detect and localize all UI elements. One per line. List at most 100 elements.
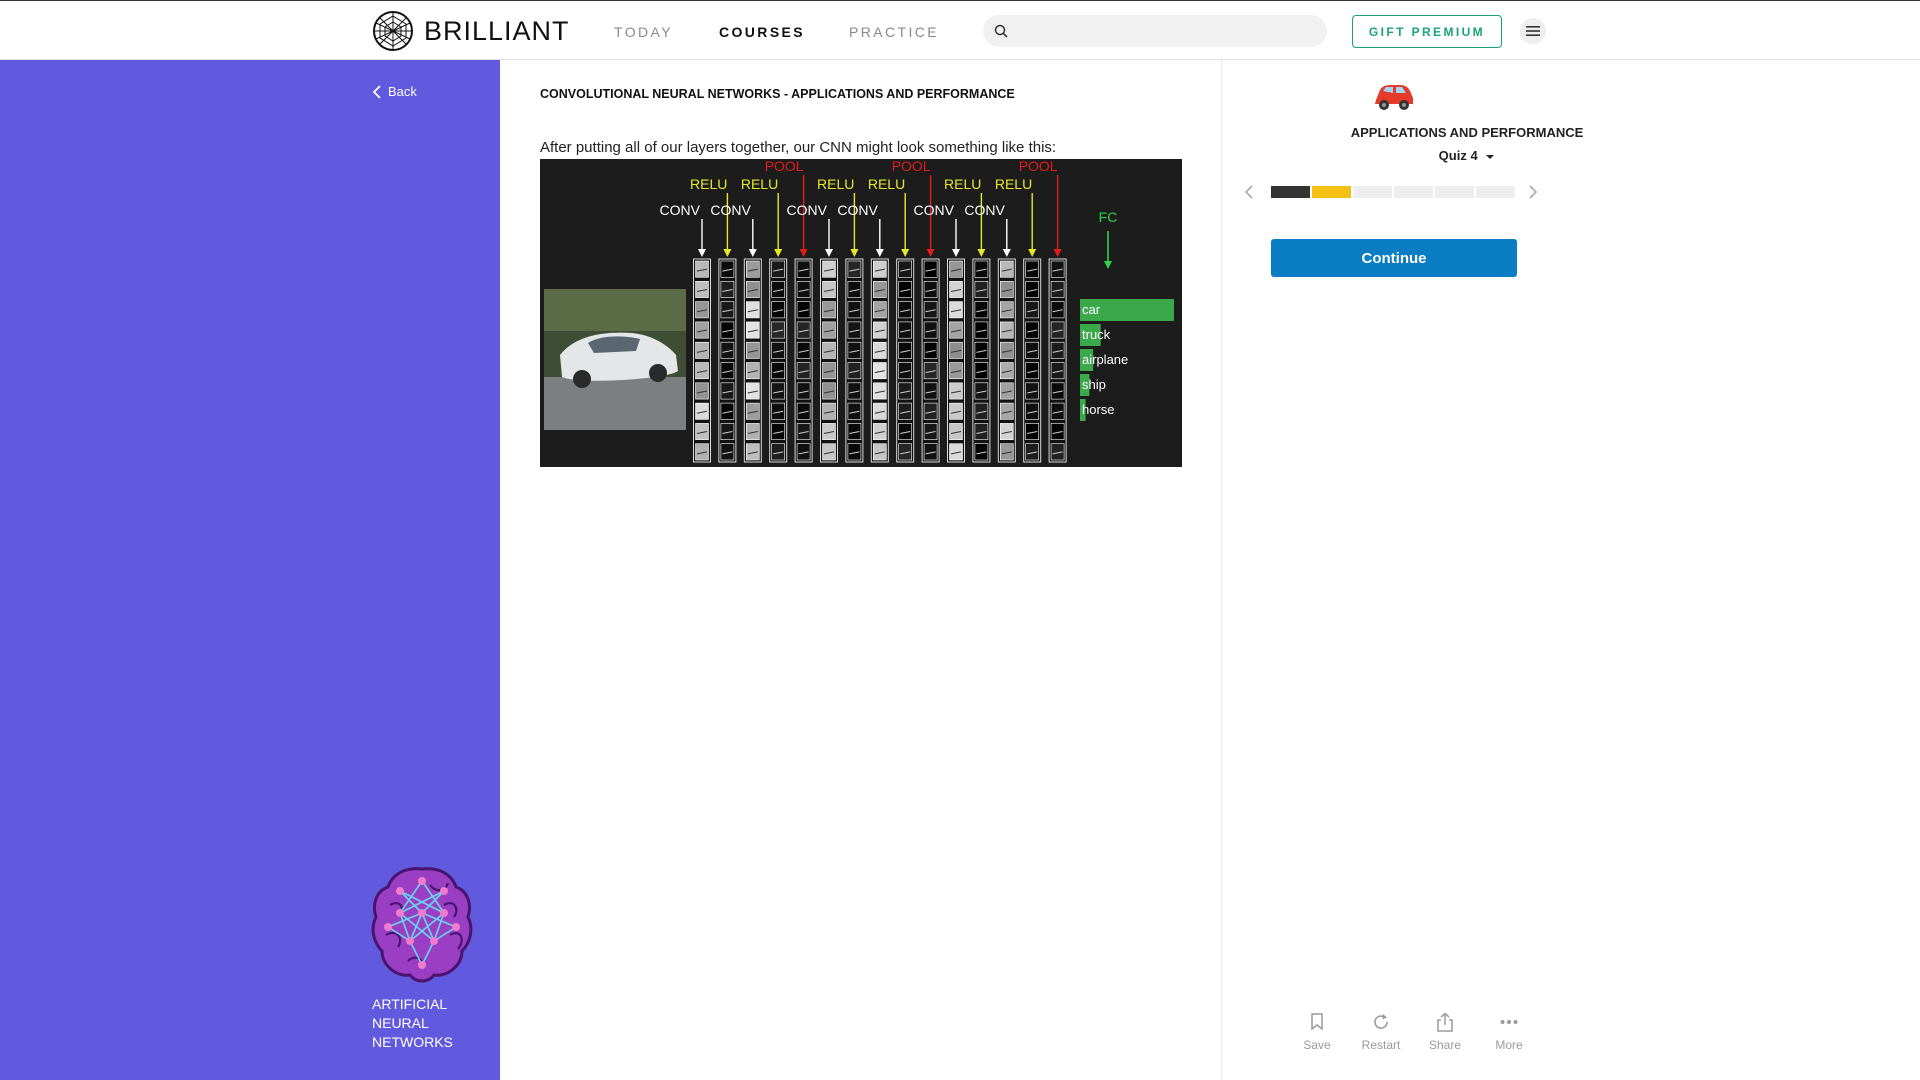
progress-segment-todo [1394, 186, 1433, 198]
class-label: airplane [1082, 352, 1128, 367]
tab-today[interactable]: TODAY [614, 24, 673, 40]
layer-label-pool: POOL [1019, 159, 1058, 174]
progress-segment-todo [1476, 186, 1515, 198]
feature-map-relu [769, 258, 788, 463]
quiz-label: Quiz 4 [1438, 148, 1478, 163]
layer-label-conv: CONV [964, 202, 1005, 218]
tab-practice[interactable]: PRACTICE [849, 24, 939, 40]
hamburger-icon [1526, 26, 1540, 36]
class-label: ship [1082, 377, 1106, 392]
lesson-text: After putting all of our layers together… [540, 139, 1057, 156]
feature-map-conv [997, 258, 1016, 463]
progress-segment-current [1312, 186, 1351, 198]
more-label: More [1495, 1038, 1523, 1052]
layer-label-relu: RELU [868, 176, 905, 192]
save-label: Save [1303, 1038, 1331, 1052]
layer-label-pool: POOL [892, 159, 931, 174]
lesson-content: CONVOLUTIONAL NEURAL NETWORKS - APPLICAT… [500, 60, 1222, 1080]
layer-arrow-conv: CONV [914, 202, 960, 257]
previous-chevron-icon[interactable] [1244, 184, 1254, 200]
layer-arrow-conv: CONV [710, 202, 757, 257]
layer-arrows: CONV RELU CONV RELU POOL CONV RELU CONV RELU POOL… [660, 159, 1117, 269]
class-score-bars: car truck airplane ship horse [1080, 299, 1174, 421]
layer-label-conv: CONV [914, 202, 955, 218]
back-link[interactable]: Back [372, 84, 417, 99]
quiz-selector[interactable]: Quiz 4 [1222, 148, 1712, 163]
search-icon [994, 24, 1008, 38]
share-icon [1437, 1012, 1453, 1032]
restart-button[interactable]: Restart [1349, 1010, 1413, 1052]
brilliant-logo-icon [373, 11, 413, 51]
car-photo [544, 289, 686, 430]
caret-down-icon [1486, 154, 1495, 159]
layer-label-relu: RELU [690, 176, 727, 192]
back-label: Back [388, 84, 417, 99]
feature-map-pool [1048, 258, 1067, 463]
save-button[interactable]: Save [1285, 1010, 1349, 1052]
class-bar-ship: ship [1080, 374, 1106, 396]
more-icon [1500, 1020, 1518, 1024]
course-sidebar: Back ARTIFICIAL NEURAL NETWORKS [0, 60, 500, 1080]
feature-map-relu [718, 258, 737, 463]
quiz-section-title: APPLICATIONS AND PERFORMANCE [1350, 125, 1584, 140]
layer-label-conv: CONV [710, 202, 751, 218]
feature-map-relu [896, 258, 915, 463]
class-label: horse [1082, 402, 1115, 417]
layer-arrow-conv: CONV [837, 202, 884, 257]
layer-label-relu: RELU [995, 176, 1032, 192]
feature-map-conv [820, 258, 838, 463]
feature-map-pool [921, 258, 940, 463]
layer-label-pool: POOL [765, 159, 804, 174]
continue-button[interactable]: Continue [1271, 239, 1517, 277]
feature-map-columns [693, 258, 1067, 463]
quiz-panel: APPLICATIONS AND PERFORMANCE Quiz 4 Cont… [1222, 60, 1920, 1080]
layer-label-relu: RELU [817, 176, 854, 192]
restart-icon [1374, 1014, 1388, 1029]
layer-label-relu: RELU [944, 176, 981, 192]
layer-arrow-conv: CONV [787, 202, 833, 257]
progress-segment-complete [1271, 186, 1310, 198]
class-bar-car: car [1080, 299, 1174, 321]
progress-segment-todo [1353, 186, 1392, 198]
feature-map-conv [947, 258, 965, 463]
feature-map-conv [870, 258, 889, 463]
layer-label-relu: RELU [741, 176, 778, 192]
menu-button[interactable] [1520, 18, 1546, 44]
tab-courses[interactable]: COURSES [719, 24, 805, 40]
progress-segment-todo [1435, 186, 1474, 198]
search-input[interactable] [983, 15, 1327, 47]
layer-label-conv: CONV [837, 202, 878, 218]
more-button[interactable]: More [1477, 1010, 1541, 1052]
feature-map-relu [972, 258, 991, 463]
class-bar-truck: truck [1080, 324, 1111, 346]
layer-arrow-conv: CONV [964, 202, 1011, 257]
lesson-title: CONVOLUTIONAL NEURAL NETWORKS - APPLICAT… [540, 87, 1015, 101]
layer-arrow-conv: CONV [660, 202, 706, 257]
gift-premium-button[interactable]: GIFT PREMIUM [1352, 15, 1502, 48]
share-button[interactable]: Share [1413, 1010, 1477, 1052]
brain-network-icon [371, 867, 473, 983]
top-navigation-bar: BRILLIANT TODAY COURSES PRACTICE GIFT PR… [0, 0, 1920, 60]
feature-map-relu [845, 258, 864, 463]
class-label: truck [1082, 327, 1111, 342]
class-label: car [1082, 302, 1101, 317]
feature-map-conv [693, 258, 711, 463]
brilliant-logo[interactable]: BRILLIANT [372, 10, 570, 52]
restart-label: Restart [1361, 1038, 1401, 1052]
course-name[interactable]: ARTIFICIAL NEURAL NETWORKS [372, 995, 492, 1052]
brand-name: BRILLIANT [424, 15, 570, 46]
class-bar-airplane: airplane [1080, 349, 1128, 371]
next-chevron-icon[interactable] [1528, 184, 1538, 200]
share-label: Share [1428, 1038, 1462, 1052]
layer-label-conv: CONV [787, 202, 828, 218]
bookmark-icon [1311, 1013, 1323, 1031]
feature-map-pool [794, 258, 813, 463]
cnn-diagram: CONV RELU CONV RELU POOL CONV RELU CONV RELU POOL… [544, 159, 1174, 463]
layer-label-conv: CONV [660, 202, 701, 218]
class-bar-horse: horse [1080, 399, 1115, 421]
layer-arrow-pool: POOL [1019, 159, 1062, 257]
feature-map-relu [1023, 258, 1042, 463]
fc-arrow: FC [1099, 209, 1117, 269]
chevron-left-icon [372, 84, 381, 99]
feature-map-conv [743, 258, 762, 463]
